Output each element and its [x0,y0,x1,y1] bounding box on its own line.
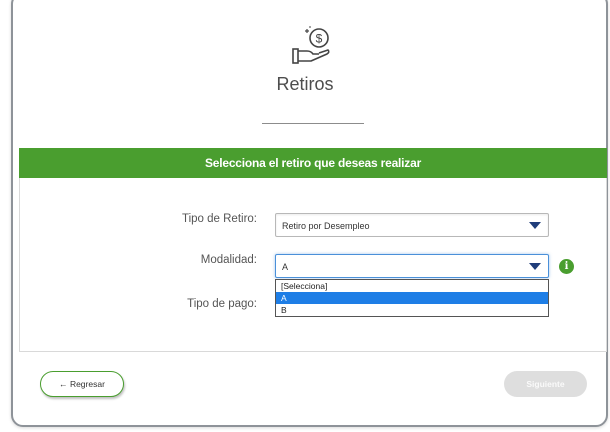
title-divider [262,123,364,124]
dropdown-option[interactable]: A [276,292,548,304]
page-title: Retiros [276,74,334,94]
tipo-pago-label: Tipo de pago: [187,298,257,310]
tipo-retiro-select[interactable]: Retiro por Desempleo [275,213,549,237]
modalidad-dropdown-list: [Selecciona] A B [275,279,549,317]
modalidad-label: Modalidad: [200,254,257,266]
info-icon[interactable]: i [559,259,574,274]
back-button[interactable]: ← Regresar [40,371,124,397]
dropdown-option[interactable]: [Selecciona] [276,280,548,292]
next-button[interactable]: Siguiente [504,371,587,397]
tipo-retiro-value: Retiro por Desempleo [282,221,370,231]
chevron-down-icon [529,263,541,270]
modalidad-value: A [282,262,289,272]
form-panel [19,148,607,352]
panel-header: Selecciona el retiro que deseas realizar [19,148,607,178]
dropdown-option[interactable]: B [276,304,548,316]
chevron-down-icon [529,222,541,229]
modalidad-select[interactable]: A [275,254,549,278]
tipo-retiro-label: Tipo de Retiro: [182,213,257,225]
hand-coin-icon: $ [292,26,330,64]
coin-symbol: $ [316,32,323,46]
